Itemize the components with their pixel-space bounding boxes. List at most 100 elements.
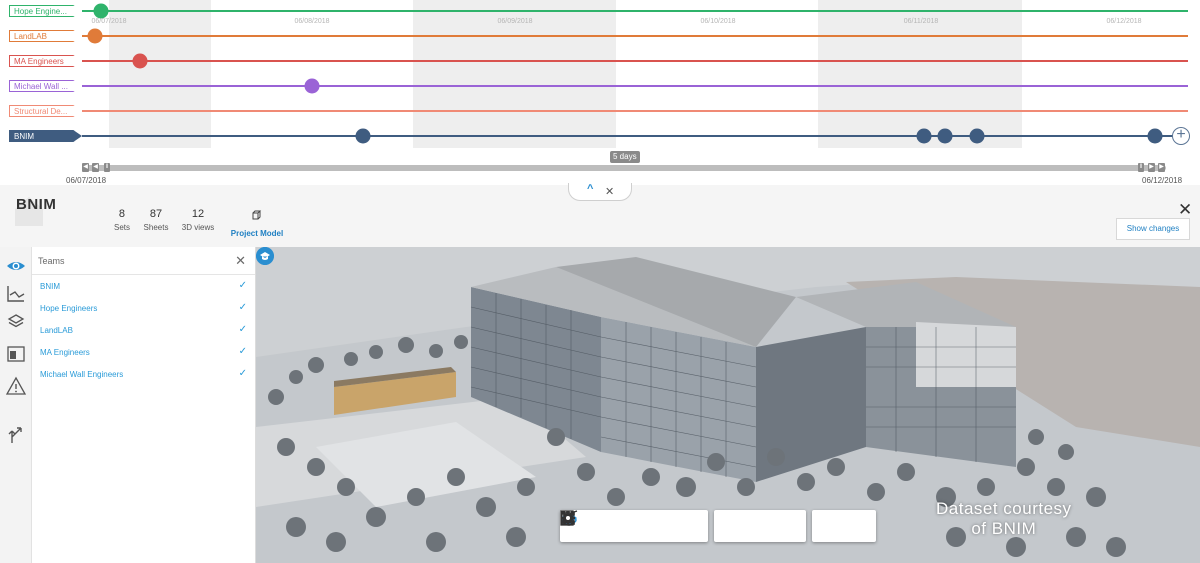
version-dot[interactable]: [916, 128, 932, 144]
settings-button[interactable]: [561, 511, 872, 540]
check-icon[interactable]: ✓: [239, 280, 247, 291]
sheets-icon[interactable]: [5, 343, 27, 365]
toolbar-group-navigation: [560, 510, 708, 542]
toolbar-group-settings: [560, 510, 876, 542]
range-start-date: 06/07/2018: [66, 176, 107, 185]
teams-close-icon[interactable]: ✕: [235, 253, 246, 269]
dataset-watermark: Dataset courtesy of BNIM: [936, 499, 1072, 539]
help-icon[interactable]: [256, 247, 274, 265]
branch-icon[interactable]: [5, 423, 27, 445]
watermark-line: Dataset courtesy: [936, 499, 1072, 518]
step-back-icon[interactable]: ◀: [92, 163, 99, 172]
measure-button[interactable]: [562, 512, 774, 540]
fit-to-view-button[interactable]: [561, 511, 648, 540]
lane-line-hope: [82, 10, 1188, 12]
lane-tag-structural[interactable]: Structural De...: [9, 105, 82, 117]
add-version-button[interactable]: +: [1172, 127, 1190, 145]
version-dot[interactable]: [93, 3, 109, 19]
team-name: MA Engineers: [40, 348, 90, 357]
model-browser-button[interactable]: [560, 510, 844, 540]
version-dot[interactable]: [87, 28, 103, 44]
gear-icon: [561, 511, 575, 525]
section-button[interactable]: [563, 512, 746, 540]
project-model-link[interactable]: Project Model: [229, 208, 285, 238]
left-tool-rail: [0, 247, 32, 563]
check-icon[interactable]: ✓: [239, 368, 247, 379]
warning-icon[interactable]: [5, 375, 27, 397]
stat-label: Sets: [113, 223, 131, 232]
chart-icon[interactable]: [5, 283, 27, 305]
team-row-bnim[interactable]: BNIM ✓: [32, 276, 255, 298]
team-row-michael-wall[interactable]: Michael Wall Engineers ✓: [32, 364, 255, 386]
project-title: BNIM: [16, 196, 57, 213]
check-icon[interactable]: ✓: [239, 302, 247, 313]
sheets-stat[interactable]: 87 Sheets: [144, 208, 169, 232]
team-row-hope-engineers[interactable]: Hope Engineers ✓: [32, 298, 255, 320]
skip-end-icon[interactable]: ▶: [1158, 163, 1165, 172]
range-duration-badge: 5 days: [610, 151, 640, 163]
version-dot[interactable]: [969, 128, 985, 144]
lane-tag-ma[interactable]: MA Engineers: [9, 55, 82, 67]
version-dot[interactable]: [1147, 128, 1163, 144]
camera-button[interactable]: [561, 510, 704, 540]
stat-value: 12: [191, 208, 205, 220]
range-handle-left[interactable]: ‖: [104, 163, 110, 172]
stat-value: 87: [149, 208, 163, 220]
check-icon[interactable]: ✓: [239, 324, 247, 335]
collapse-up-icon[interactable]: ^: [587, 183, 593, 195]
lane-tag-michael-wall[interactable]: Michael Wall ...: [9, 80, 82, 92]
teams-header: Teams ✕: [32, 247, 255, 275]
3d-views-stat[interactable]: 12 3D views: [182, 208, 214, 232]
timeline: 06/07/2018 06/08/2018 06/09/2018 06/10/2…: [0, 0, 1200, 185]
teams-panel: Teams ✕ BNIM ✓ Hope Engineers ✓ LandLAB …: [32, 247, 256, 563]
team-row-ma-engineers[interactable]: MA Engineers ✓: [32, 342, 255, 364]
range-handle-right[interactable]: ‖: [1138, 163, 1144, 172]
date-tick: 06/08/2018: [294, 18, 330, 25]
date-tick: 06/07/2018: [91, 18, 127, 25]
show-changes-button[interactable]: Show changes: [1116, 218, 1190, 240]
date-tick: 06/11/2018: [903, 18, 939, 25]
collapse-close-icon[interactable]: ✕: [605, 185, 614, 198]
skip-start-icon[interactable]: ◀: [82, 163, 89, 172]
cube-icon: [252, 210, 262, 220]
lane-tag-landlab[interactable]: LandLAB: [9, 30, 82, 42]
date-tick: 06/09/2018: [497, 18, 533, 25]
date-tick: 06/12/2018: [1106, 18, 1142, 25]
date-tick: 06/10/2018: [700, 18, 736, 25]
toolbar-group-tools: [561, 510, 806, 542]
model-viewport[interactable]: Dataset courtesy of BNIM: [256, 247, 1200, 563]
team-name: LandLAB: [40, 326, 73, 335]
teams-title: Teams: [38, 256, 65, 266]
team-row-landlab[interactable]: LandLAB ✓: [32, 320, 255, 342]
lane-tag-hope[interactable]: Hope Engine...: [9, 5, 82, 17]
lane-tag-bnim[interactable]: BNIM: [9, 130, 82, 142]
stat-label: 3D views: [181, 223, 215, 232]
lane-line-michael-wall: [82, 85, 1188, 87]
version-dot[interactable]: [937, 128, 953, 144]
step-forward-icon[interactable]: ▶: [1148, 163, 1155, 172]
lane-line-ma: [82, 60, 1188, 62]
eye-icon[interactable]: [5, 255, 27, 277]
team-name: Hope Engineers: [40, 304, 98, 313]
close-panel-button[interactable]: ✕: [1178, 201, 1192, 218]
stat-value: 8: [118, 208, 126, 220]
range-end-date: 06/12/2018: [1142, 176, 1183, 185]
project-model-label: Project Model: [230, 229, 284, 238]
date-range-slider[interactable]: [82, 165, 1166, 171]
version-dot[interactable]: [304, 78, 320, 94]
first-person-button[interactable]: [566, 510, 676, 540]
pan-button[interactable]: [562, 511, 620, 540]
layers-icon[interactable]: [5, 311, 27, 333]
sets-stat[interactable]: 8 Sets: [114, 208, 130, 232]
lane-line-structural: [82, 110, 1188, 112]
check-icon[interactable]: ✓: [239, 346, 247, 357]
timeline-collapse-tab: ^ ✕: [568, 183, 632, 201]
version-dot[interactable]: [132, 53, 148, 69]
watermark-line: of BNIM: [971, 519, 1037, 538]
navigation-toolbar: [560, 510, 876, 542]
team-name: Michael Wall Engineers: [40, 370, 124, 379]
visibility-button[interactable]: [561, 512, 802, 540]
lane-line-bnim: [82, 135, 1188, 137]
version-dot[interactable]: [355, 128, 371, 144]
lane-line-landlab: [82, 35, 1188, 37]
